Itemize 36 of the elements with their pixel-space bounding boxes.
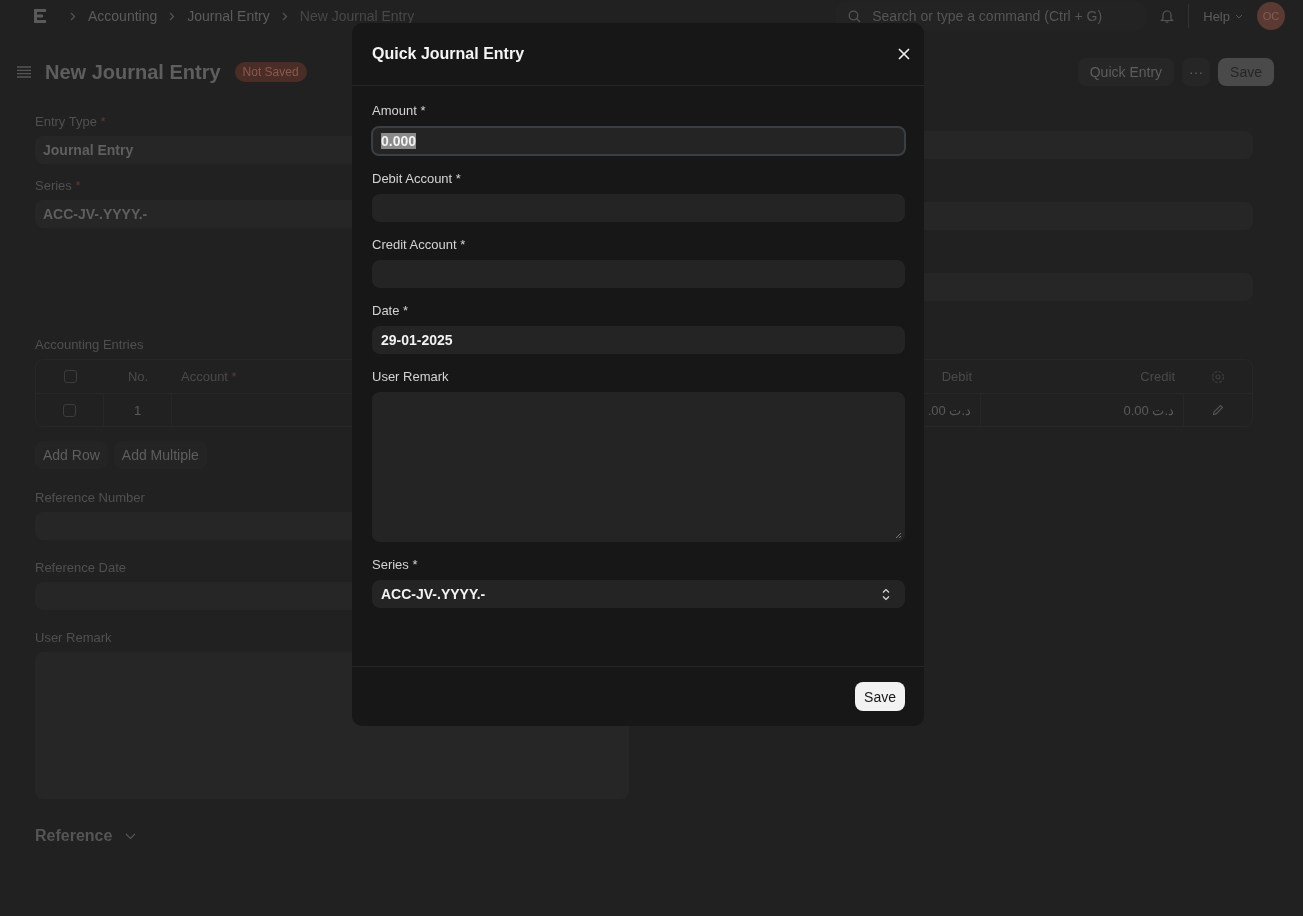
chevron-right-icon bbox=[169, 11, 176, 21]
breadcrumb-link[interactable]: Accounting bbox=[88, 8, 158, 24]
chevron-up-down-icon bbox=[882, 587, 890, 601]
select-field[interactable]: ACC-JV-.YYYY.- bbox=[372, 580, 905, 608]
table-cell: 1 bbox=[104, 393, 172, 426]
settings-icon[interactable] bbox=[1211, 369, 1225, 384]
save-button[interactable]: Save bbox=[855, 682, 905, 711]
quick-entry-button[interactable]: Quick Entry bbox=[1077, 58, 1175, 86]
chevron-right-icon bbox=[70, 11, 76, 21]
checkbox[interactable] bbox=[63, 370, 77, 383]
help-menu[interactable]: Help bbox=[1203, 8, 1243, 24]
pencil-icon[interactable] bbox=[1212, 404, 1224, 416]
field-label: Series * bbox=[372, 557, 418, 572]
table-cell: 0.00 د.ت bbox=[981, 393, 1184, 426]
input-field[interactable]: 29-01-2025 bbox=[372, 326, 905, 354]
close-icon[interactable] bbox=[898, 48, 910, 60]
menu-icon[interactable] bbox=[17, 66, 31, 78]
field-label: User Remark bbox=[372, 369, 449, 384]
chevron-right-icon bbox=[281, 11, 288, 21]
breadcrumb-link[interactable]: Journal Entry bbox=[187, 8, 270, 24]
bell-icon[interactable] bbox=[1160, 8, 1175, 24]
chevron-down-icon bbox=[1235, 13, 1243, 19]
checkbox[interactable] bbox=[63, 403, 76, 417]
search-icon bbox=[848, 9, 862, 23]
resize-grip-icon[interactable] bbox=[895, 532, 902, 539]
app-logo-icon[interactable] bbox=[34, 9, 46, 23]
dialog-title: Quick Journal Entry bbox=[372, 45, 525, 63]
chevron-down-icon[interactable] bbox=[125, 832, 137, 840]
more-button[interactable]: ··· bbox=[1182, 58, 1211, 86]
field-label: Date * bbox=[372, 303, 409, 318]
field-label: Amount * bbox=[372, 103, 426, 118]
input-field[interactable]: 0.000 bbox=[371, 126, 906, 156]
field-label: Debit Account * bbox=[372, 171, 461, 186]
status-badge: Not Saved bbox=[234, 62, 307, 82]
page-title: New Journal Entry bbox=[45, 60, 221, 84]
field-label: Credit Account * bbox=[372, 237, 466, 252]
